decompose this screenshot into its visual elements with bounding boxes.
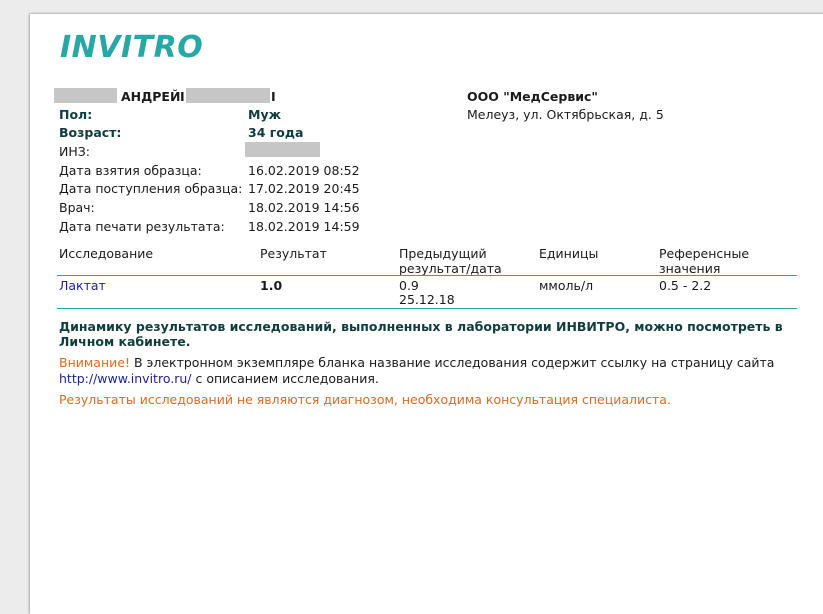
patient-name-fragment: I [180, 89, 185, 104]
table-row-rule [57, 308, 797, 309]
previous-value: 0.9 [399, 278, 419, 293]
field-value-sample-received: 17.02.2019 20:45 [248, 181, 360, 196]
col-header-result: Результат [260, 246, 327, 261]
field-label-sex: Пол: [59, 107, 93, 122]
field-value-sex: Муж [248, 107, 282, 122]
table-header-rule [57, 275, 797, 276]
report-sheet: INVITRO АНДРЕЙ I I ООО "МедСервис" Мелеу… [30, 14, 823, 614]
reference-value: 0.5 - 2.2 [659, 278, 712, 293]
field-label-print-date: Дата печати результата: [59, 219, 225, 234]
patient-first-name: АНДРЕЙ [121, 89, 181, 104]
col-header-reference-1: Референсные [659, 246, 750, 261]
disclaimer-note: Результаты исследований не являются диаг… [59, 392, 671, 407]
col-header-previous-1: Предыдущий [399, 246, 487, 261]
attention-text: В электронном экземпляре бланка название… [129, 355, 775, 370]
attention-note: Внимание! В электронном экземпляре бланк… [59, 355, 774, 370]
col-header-test: Исследование [59, 246, 154, 261]
col-header-reference-2: значения [659, 261, 721, 276]
lab-name: ООО "МедСервис" [467, 89, 598, 104]
field-value-doctor: 18.02.2019 14:56 [248, 200, 360, 215]
col-header-previous-2: результат/дата [399, 261, 502, 276]
field-value-print-date: 18.02.2019 14:59 [248, 219, 360, 234]
dynamics-note-line1: Динамику результатов исследований, выпол… [59, 319, 783, 334]
field-label-sample-taken: Дата взятия образца: [59, 163, 202, 178]
redacted-surname [54, 88, 117, 103]
redacted-inz [245, 142, 320, 157]
site-text: с описанием исследования. [191, 371, 379, 386]
result-value: 1.0 [260, 278, 283, 293]
site-link[interactable]: http://www.invitro.ru/ [59, 371, 192, 386]
field-value-sample-taken: 16.02.2019 08:52 [248, 163, 360, 178]
test-link-lactate[interactable]: Лактат [59, 278, 106, 293]
units-value: ммоль/л [539, 278, 594, 293]
redacted-patronymic [186, 88, 270, 103]
col-header-units: Единицы [539, 246, 599, 261]
dynamics-note-line2: Личном кабинете. [59, 334, 191, 349]
field-label-age: Возраст: [59, 125, 122, 140]
field-label-inz: ИНЗ: [59, 144, 90, 159]
patient-name-tail: I [271, 89, 276, 104]
attention-label: Внимание! [59, 355, 130, 370]
site-note: http://www.invitro.ru/ с описанием иссле… [59, 371, 379, 386]
previous-date: 25.12.18 [399, 292, 455, 307]
field-label-sample-received: Дата поступления образца: [59, 181, 243, 196]
field-label-doctor: Врач: [59, 200, 95, 215]
lab-address: Мелеуз, ул. Октябрьская, д. 5 [467, 107, 664, 122]
invitro-logo: INVITRO [60, 30, 204, 65]
field-value-age: 34 года [248, 125, 304, 140]
